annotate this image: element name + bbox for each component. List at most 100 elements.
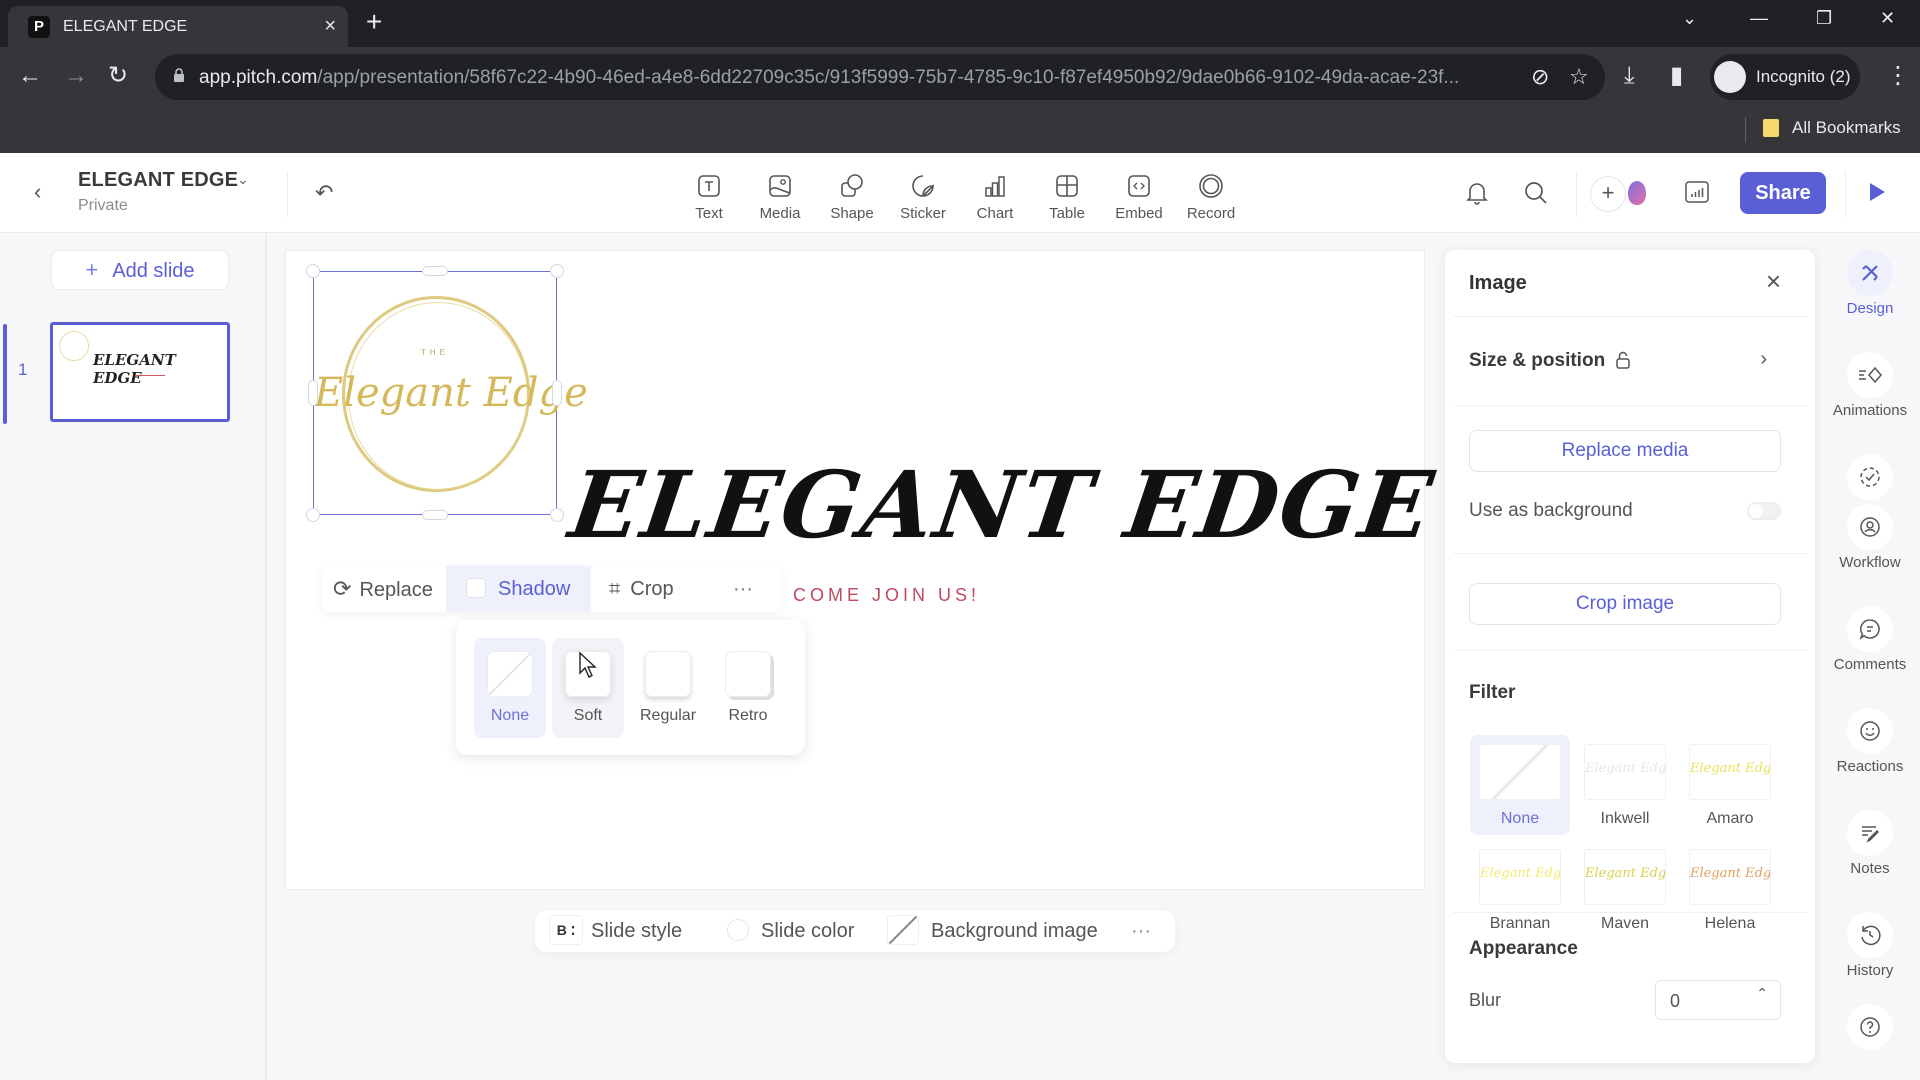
chevron-right-icon[interactable]: › (1760, 348, 1767, 371)
tool-table[interactable]: Table (1032, 173, 1102, 222)
collaborator-avatar[interactable] (1628, 181, 1646, 205)
profile-button[interactable]: Incognito (2) (1710, 54, 1860, 100)
browser-menu-icon[interactable]: ⋮ (1886, 61, 1910, 91)
slide-style-button[interactable]: B ⁚ Slide style (549, 910, 682, 952)
resize-handle-right[interactable] (552, 380, 562, 406)
tool-text[interactable]: Text (674, 173, 744, 222)
rail-label: Workflow (1839, 554, 1901, 571)
rail-comments[interactable]: Comments (1820, 606, 1920, 673)
unlock-icon[interactable] (1615, 350, 1631, 370)
bookmarks-bar: All Bookmarks (0, 107, 1920, 153)
resize-handle-top[interactable] (422, 266, 448, 276)
shadow-option-none[interactable]: None (474, 638, 546, 738)
background-image-button[interactable]: Background image (887, 910, 1098, 952)
shadow-option-retro[interactable]: Retro (712, 638, 784, 738)
tool-chart[interactable]: Chart (960, 173, 1030, 222)
filter-option-helena[interactable]: Elegant Edge Helena (1680, 840, 1780, 940)
tab-search-chevron-icon[interactable]: ⌄ (1682, 8, 1697, 29)
resize-handle-bottom-left[interactable] (306, 508, 320, 522)
preview-text: Elegant Edge (1585, 866, 1666, 881)
filter-option-amaro[interactable]: Elegant Edge Amaro (1680, 735, 1780, 835)
resize-handle-left[interactable] (308, 380, 318, 406)
minimize-button[interactable]: — (1750, 8, 1768, 29)
add-slide-button[interactable]: + Add slide (51, 250, 229, 290)
present-play-icon[interactable] (1870, 183, 1885, 201)
all-bookmarks-link[interactable]: All Bookmarks (1792, 118, 1901, 138)
blur-input[interactable]: 0 ⌃ (1655, 980, 1781, 1020)
search-icon[interactable] (1523, 180, 1549, 206)
notes-icon (1847, 810, 1893, 856)
filter-option-inkwell[interactable]: Elegant Edge Inkwell (1575, 735, 1675, 835)
invite-collaborator-button[interactable]: + (1590, 176, 1626, 212)
tracking-protection-eye-icon[interactable]: ⊘ (1531, 64, 1549, 90)
download-icon[interactable]: ⤓ (1624, 61, 1635, 91)
selected-logo-image[interactable]: THE Elegant Edge (306, 264, 588, 522)
resize-handle-bottom[interactable] (422, 510, 448, 520)
slide-canvas[interactable]: THE Elegant Edge ELEGANT EDGE COME JOIN … (285, 250, 1441, 890)
tool-sticker[interactable]: Sticker (888, 173, 958, 222)
filter-maven-preview: Elegant Edge (1584, 849, 1666, 905)
back-button[interactable]: ← (18, 61, 42, 91)
rail-design[interactable]: Design (1820, 250, 1920, 317)
rail-help[interactable] (1820, 1004, 1920, 1050)
document-title[interactable]: ELEGANT EDGE (78, 169, 238, 192)
forward-button[interactable]: → (64, 61, 88, 91)
rail-history[interactable]: History (1820, 912, 1920, 979)
chevron-down-icon[interactable]: ⌄ (237, 171, 249, 188)
tool-media[interactable]: Media (745, 173, 815, 222)
more-options-button[interactable]: ··· (733, 566, 763, 612)
slide-style-badge-icon: B ⁚ (549, 915, 583, 946)
thumbnail-logo (59, 331, 89, 361)
restore-button[interactable]: ❐ (1816, 8, 1832, 29)
share-button[interactable]: Share (1740, 172, 1826, 214)
crop-button[interactable]: ⌗ Crop (609, 566, 699, 612)
rail-animations[interactable]: Animations (1820, 352, 1920, 419)
tool-record[interactable]: Record (1176, 173, 1246, 222)
rail-reactions[interactable]: Reactions (1820, 708, 1920, 775)
slide-subtitle-text[interactable]: COME JOIN US! (793, 585, 980, 606)
analytics-icon[interactable] (1684, 180, 1710, 204)
rail-workflow[interactable]: Workflow (1820, 454, 1920, 571)
filter-option-none[interactable]: None (1470, 735, 1570, 835)
resize-handle-top-right[interactable] (550, 264, 564, 278)
replace-button[interactable]: ⟳ Replace (333, 566, 438, 612)
filter-none-preview (1479, 744, 1561, 800)
slide-thumbnail[interactable]: ELEGANT EDGE (50, 322, 230, 422)
shadow-option-regular[interactable]: Regular (632, 638, 704, 738)
shadow-retro-swatch (725, 651, 771, 697)
preview-text: Elegant Edge (1690, 866, 1771, 881)
replace-media-button[interactable]: Replace media (1469, 430, 1781, 472)
back-chevron-icon[interactable]: ‹ (34, 179, 41, 205)
chevron-up-icon[interactable]: ⌃ (1756, 985, 1768, 1002)
address-bar[interactable]: app.pitch.com/app/presentation/58f67c22-… (155, 54, 1605, 100)
bookmark-star-icon[interactable]: ☆ (1569, 64, 1589, 90)
filter-option-maven[interactable]: Elegant Edge Maven (1575, 840, 1675, 940)
tab-close-icon[interactable]: × (324, 15, 336, 38)
crop-image-button[interactable]: Crop image (1469, 583, 1781, 625)
browser-tab[interactable]: P ELEGANT EDGE × (8, 6, 348, 47)
tool-embed[interactable]: Embed (1104, 173, 1174, 222)
new-tab-button[interactable]: + (366, 8, 382, 36)
pitch-app: ‹ ELEGANT EDGE ⌄ Private ↶ Text Media Sh… (0, 153, 1920, 1080)
slide-color-button[interactable]: Slide color (727, 910, 854, 952)
bottom-more-button[interactable]: ··· (1131, 910, 1151, 952)
tool-shape[interactable]: Shape (817, 173, 887, 222)
resize-handle-bottom-right[interactable] (550, 508, 564, 522)
resize-handle-top-left[interactable] (306, 264, 320, 278)
panel-close-icon[interactable]: × (1766, 266, 1781, 297)
side-panel-icon[interactable]: ▮ (1670, 61, 1683, 91)
reload-button[interactable]: ↻ (108, 61, 128, 91)
rail-notes[interactable]: Notes (1820, 810, 1920, 877)
design-icon (1847, 250, 1893, 296)
panel-divider (1453, 912, 1807, 913)
slide-title-text[interactable]: ELEGANT EDGE (563, 451, 1440, 559)
undo-icon[interactable]: ↶ (315, 180, 333, 206)
size-position-row[interactable]: Size & position (1469, 350, 1605, 372)
window-close-button[interactable]: ✕ (1880, 8, 1895, 29)
notification-bell-icon[interactable] (1465, 180, 1489, 206)
panel-divider (1453, 316, 1807, 317)
shadow-button[interactable]: Shadow (446, 566, 591, 612)
filter-option-brannan[interactable]: Elegant Edge Brannan (1470, 840, 1570, 940)
table-icon (1056, 175, 1078, 197)
use-as-background-toggle[interactable] (1747, 502, 1781, 520)
